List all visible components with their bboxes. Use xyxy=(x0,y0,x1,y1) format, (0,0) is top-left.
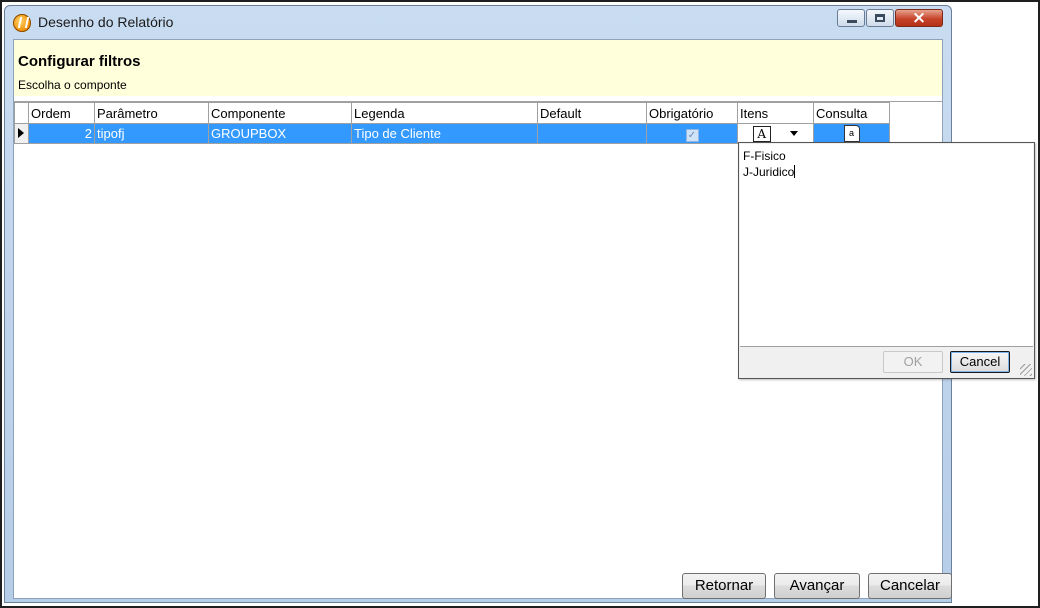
row-indicator-header xyxy=(14,102,29,124)
retornar-label: Retornar xyxy=(694,577,754,594)
cell-default[interactable] xyxy=(537,123,647,144)
cell-parametro[interactable]: tipofj xyxy=(94,123,209,144)
minimize-icon xyxy=(847,20,857,23)
app-logo-icon xyxy=(13,14,31,32)
cell-legenda[interactable]: Tipo de Cliente xyxy=(351,123,538,144)
row-pointer-icon xyxy=(18,128,24,138)
wizard-header: Configurar filtros Escolha o componte xyxy=(14,40,942,96)
document-icon[interactable]: a xyxy=(843,125,860,143)
avancar-label: Avançar xyxy=(789,577,845,594)
close-button[interactable]: × xyxy=(895,8,943,28)
text-caret xyxy=(794,165,796,178)
minimize-button[interactable] xyxy=(837,9,865,27)
cancel-button[interactable]: Cancel xyxy=(950,351,1010,373)
maximize-icon xyxy=(875,14,885,22)
text-editor-icon[interactable]: A xyxy=(752,125,771,142)
screenshot-frame: Desenho do Relatório × Configurar filtro… xyxy=(0,0,1040,608)
item-line-last: J-Juridico xyxy=(743,165,796,179)
avancar-button[interactable]: Avançar xyxy=(774,573,860,599)
cancelar-label: Cancelar xyxy=(879,577,941,594)
retornar-button[interactable]: Retornar xyxy=(682,573,766,599)
column-header-itens[interactable]: Itens xyxy=(737,102,814,124)
cell-componente[interactable]: GROUPBOX xyxy=(208,123,352,144)
maximize-button[interactable] xyxy=(866,9,894,27)
column-header-default[interactable]: Default xyxy=(537,102,647,124)
filters-grid: Ordem Parâmetro Componente Legenda Defau… xyxy=(14,102,895,144)
column-header-consulta[interactable]: Consulta xyxy=(813,102,890,124)
chevron-down-icon[interactable] xyxy=(790,131,799,137)
column-header-obrigatorio[interactable]: Obrigatório xyxy=(646,102,738,124)
items-editor-popup: F-Fisico J-Juridico OK Cancel xyxy=(738,142,1035,379)
column-header-ordem[interactable]: Ordem xyxy=(28,102,95,124)
table-row[interactable]: 2 tipofj GROUPBOX Tipo de Cliente ✓ A a xyxy=(14,123,894,144)
obrigatorio-checkbox[interactable]: ✓ xyxy=(685,128,699,142)
row-selector[interactable] xyxy=(14,123,29,144)
ok-button[interactable]: OK xyxy=(883,351,943,373)
column-header-componente[interactable]: Componente xyxy=(208,102,352,124)
page-subtitle: Escolha o componte xyxy=(18,78,127,92)
cancelar-button[interactable]: Cancelar xyxy=(868,573,952,599)
close-icon: × xyxy=(911,8,927,28)
cell-itens[interactable]: A xyxy=(737,123,814,144)
window-title: Desenho do Relatório xyxy=(38,14,174,30)
cell-ordem[interactable]: 2 xyxy=(28,123,95,144)
items-text-area[interactable]: F-Fisico J-Juridico xyxy=(740,144,1033,347)
column-header-legenda[interactable]: Legenda xyxy=(351,102,538,124)
column-header-parametro[interactable]: Parâmetro xyxy=(94,102,209,124)
cell-consulta[interactable]: a xyxy=(813,123,890,144)
page-title: Configurar filtros xyxy=(18,53,141,70)
resize-grip-icon[interactable] xyxy=(1020,364,1032,376)
title-bar[interactable]: Desenho do Relatório × xyxy=(5,6,951,38)
item-line: F-Fisico xyxy=(743,149,786,163)
cell-obrigatorio[interactable]: ✓ xyxy=(646,123,738,144)
grid-header-row: Ordem Parâmetro Componente Legenda Defau… xyxy=(14,102,895,124)
